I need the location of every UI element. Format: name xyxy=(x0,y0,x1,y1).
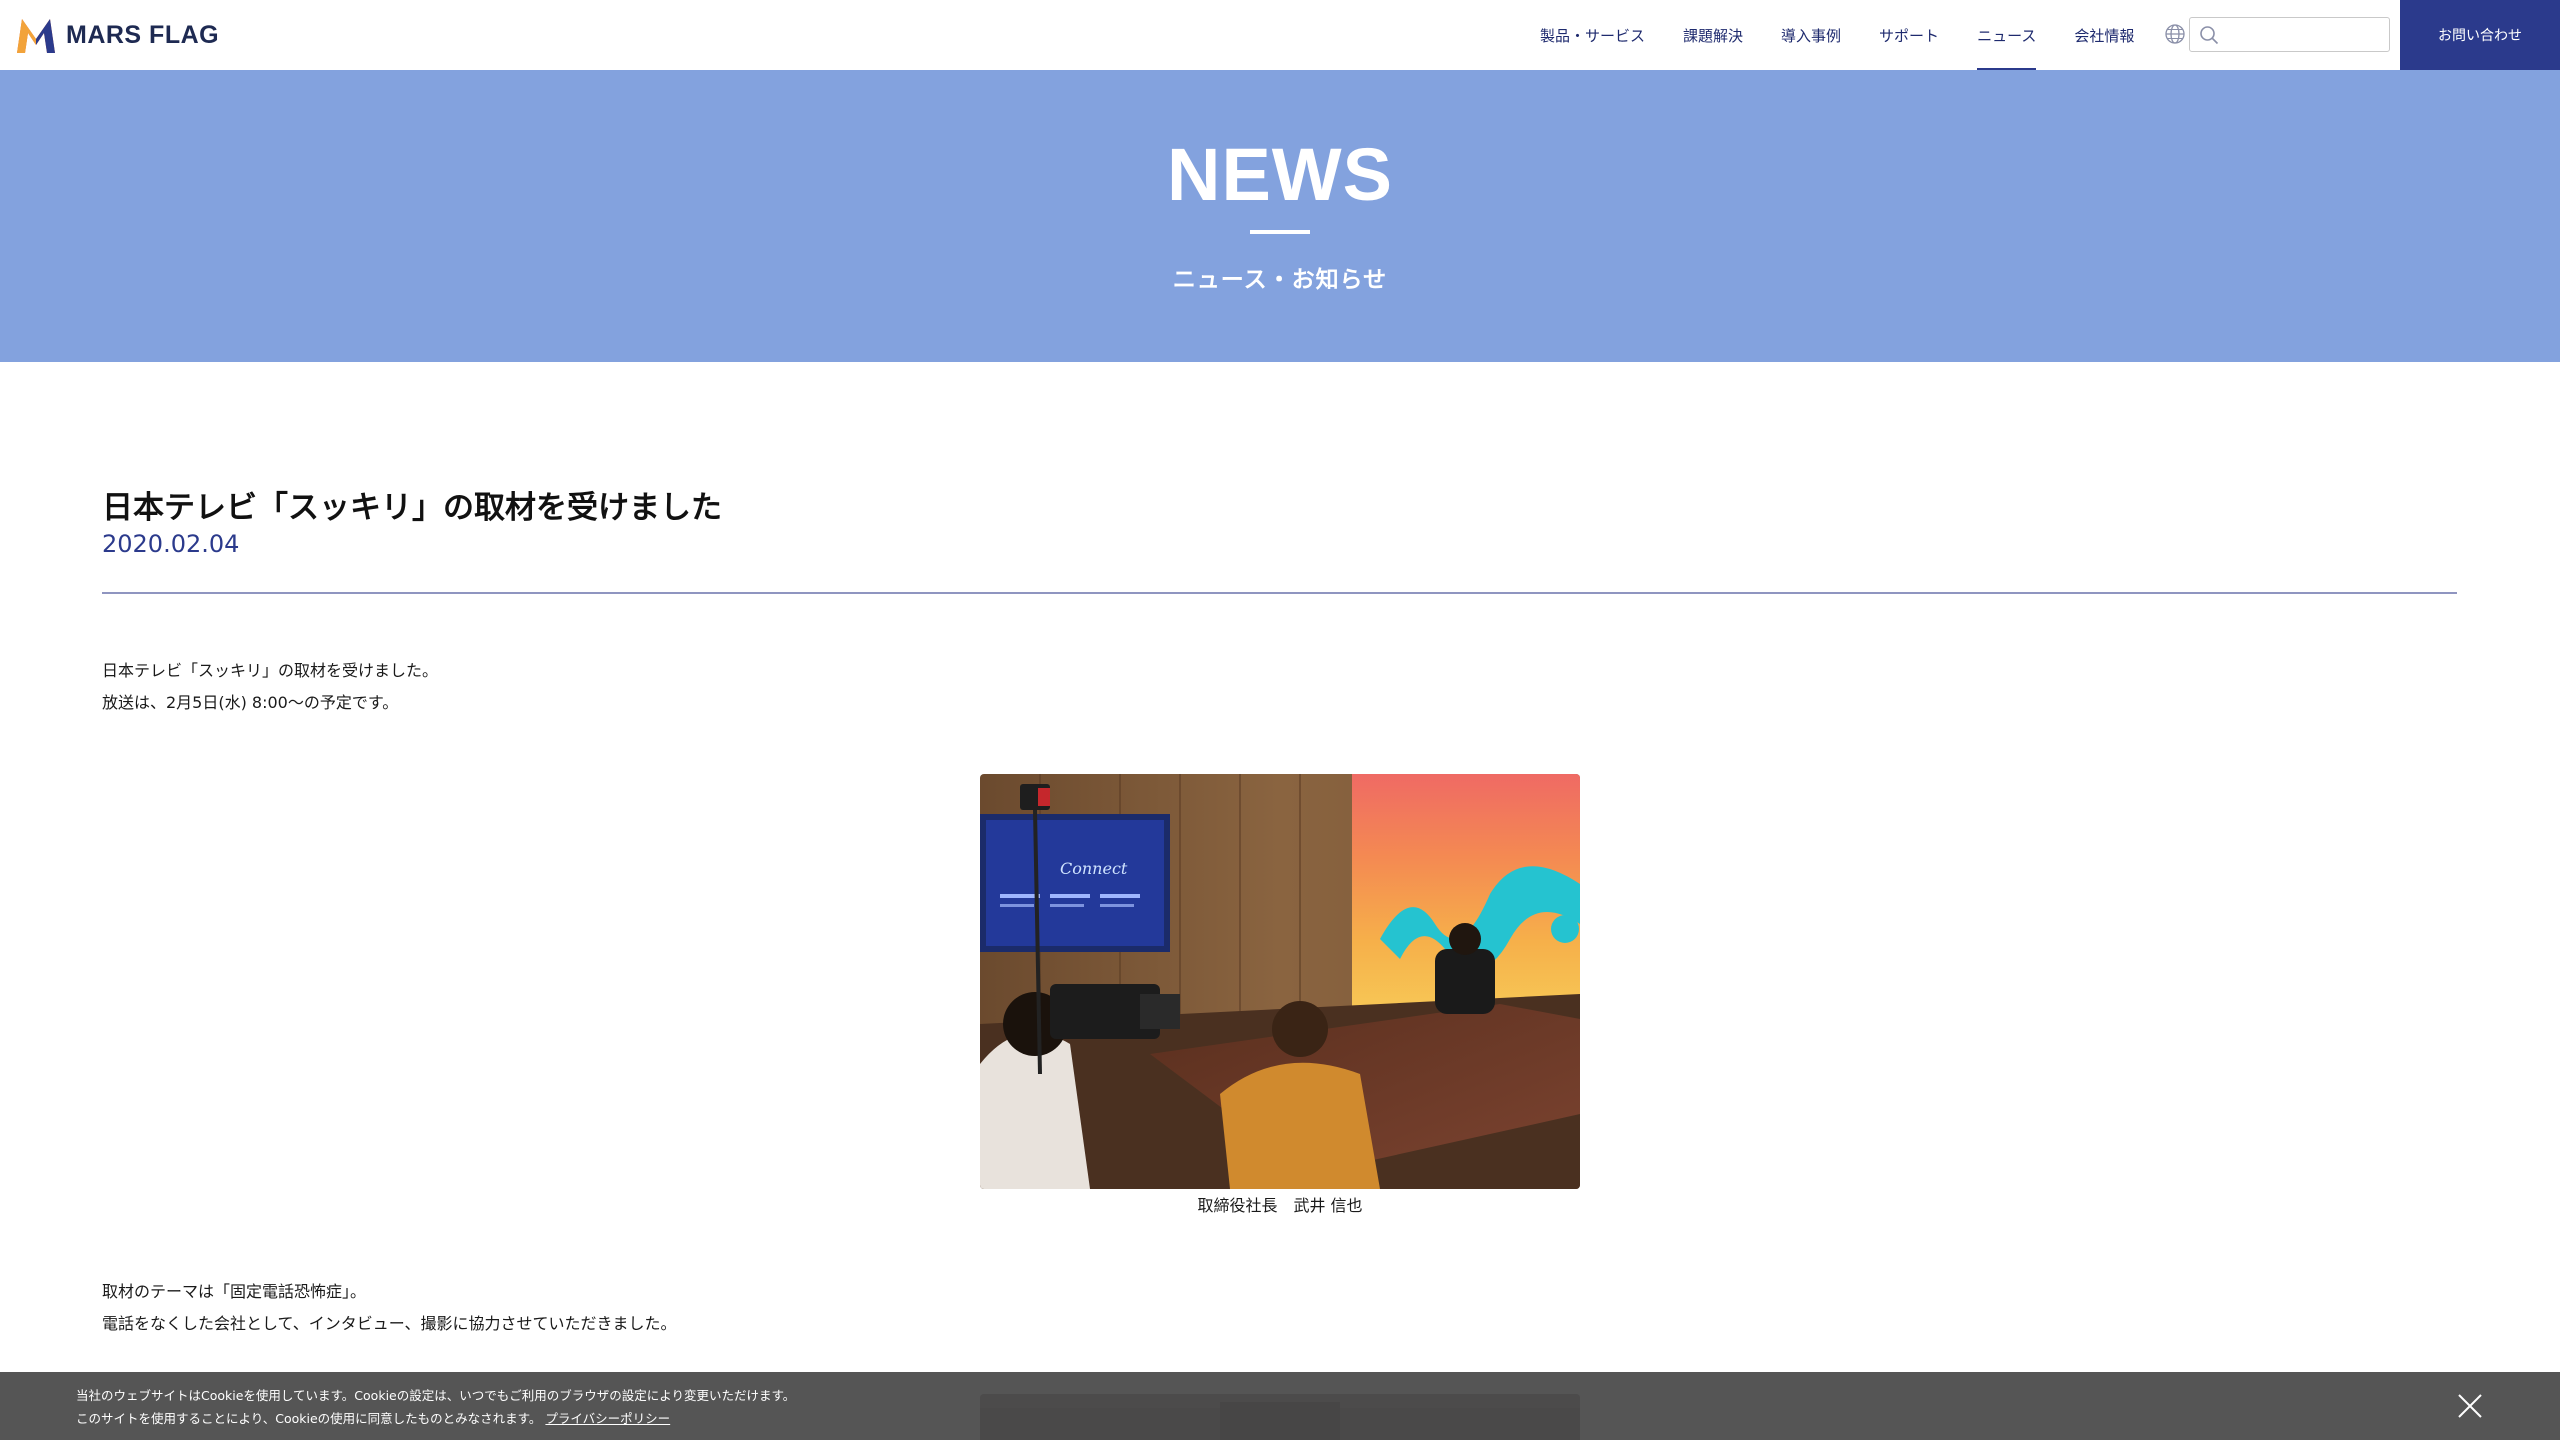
privacy-policy-link[interactable]: プライバシーポリシー xyxy=(545,1411,670,1426)
close-icon[interactable] xyxy=(2456,1392,2484,1420)
search-box xyxy=(2189,17,2390,52)
intro-line-2: 放送は、2月5日(水) 8:00〜の予定です。 xyxy=(102,693,399,712)
cookie-text: 当社のウェブサイトはCookieを使用しています。Cookieの設定は、いつでも… xyxy=(76,1384,795,1430)
nav-item-products[interactable]: 製品・サービス xyxy=(1540,0,1645,70)
nav-item-solutions[interactable]: 課題解決 xyxy=(1683,0,1743,70)
logo[interactable]: MARS FLAG xyxy=(14,14,219,56)
article-intro: 日本テレビ「スッキリ」の取材を受けました。 放送は、2月5日(水) 8:00〜の… xyxy=(102,655,438,719)
logo-text: MARS FLAG xyxy=(66,20,220,49)
cookie-banner: 当社のウェブサイトはCookieを使用しています。Cookieの設定は、いつでも… xyxy=(0,1372,2560,1440)
cookie-line-2-text: このサイトを使用することにより、Cookieの使用に同意したものとみなされます。 xyxy=(76,1411,542,1426)
interview-photo: Connect xyxy=(980,774,1580,1189)
svg-text:Connect: Connect xyxy=(1060,859,1128,878)
cookie-line-1: 当社のウェブサイトはCookieを使用しています。Cookieの設定は、いつでも… xyxy=(76,1388,796,1403)
search-icon[interactable] xyxy=(2199,25,2219,45)
article-date: 2020.02.04 xyxy=(102,530,240,558)
nav-item-case-studies[interactable]: 導入事例 xyxy=(1781,0,1841,70)
intro-line-1: 日本テレビ「スッキリ」の取材を受けました。 xyxy=(102,661,439,680)
mars-flag-logo-icon xyxy=(17,19,55,53)
nav-item-support[interactable]: サポート xyxy=(1879,0,1939,70)
hero-divider xyxy=(1250,230,1310,234)
contact-button[interactable]: お問い合わせ xyxy=(2400,0,2560,70)
title-divider xyxy=(102,592,2457,594)
body-line-1: 取材のテーマは「固定電話恐怖症」。 xyxy=(102,1282,367,1301)
site-header: MARS FLAG 製品・サービス 課題解決 導入事例 サポート ニュース 会社… xyxy=(0,0,2560,70)
photo-caption: 取締役社長 武井 信也 xyxy=(1197,1196,1363,1215)
hero-subtitle: ニュース・お知らせ xyxy=(1172,267,1388,293)
search-input[interactable] xyxy=(2226,22,2384,47)
article-body: 取材のテーマは「固定電話恐怖症」。 電話をなくした会社として、インタビュー、撮影… xyxy=(102,1276,677,1340)
body-line-2: 電話をなくした会社として、インタビュー、撮影に協力させていただきました。 xyxy=(102,1314,677,1333)
article-title: 日本テレビ「スッキリ」の取材を受けました xyxy=(102,490,722,526)
interview-photo-illustration: Connect xyxy=(980,774,1580,1189)
main-nav: 製品・サービス 課題解決 導入事例 サポート ニュース 会社情報 xyxy=(1540,0,2172,70)
nav-item-news[interactable]: ニュース xyxy=(1977,0,2037,70)
hero-title: NEWS xyxy=(1167,133,1393,216)
cookie-line-2: このサイトを使用することにより、Cookieの使用に同意したものとみなされます。… xyxy=(76,1407,795,1430)
globe-icon[interactable] xyxy=(2164,23,2186,45)
nav-item-company[interactable]: 会社情報 xyxy=(2074,0,2134,70)
page-hero: NEWS ニュース・お知らせ xyxy=(0,70,2560,362)
